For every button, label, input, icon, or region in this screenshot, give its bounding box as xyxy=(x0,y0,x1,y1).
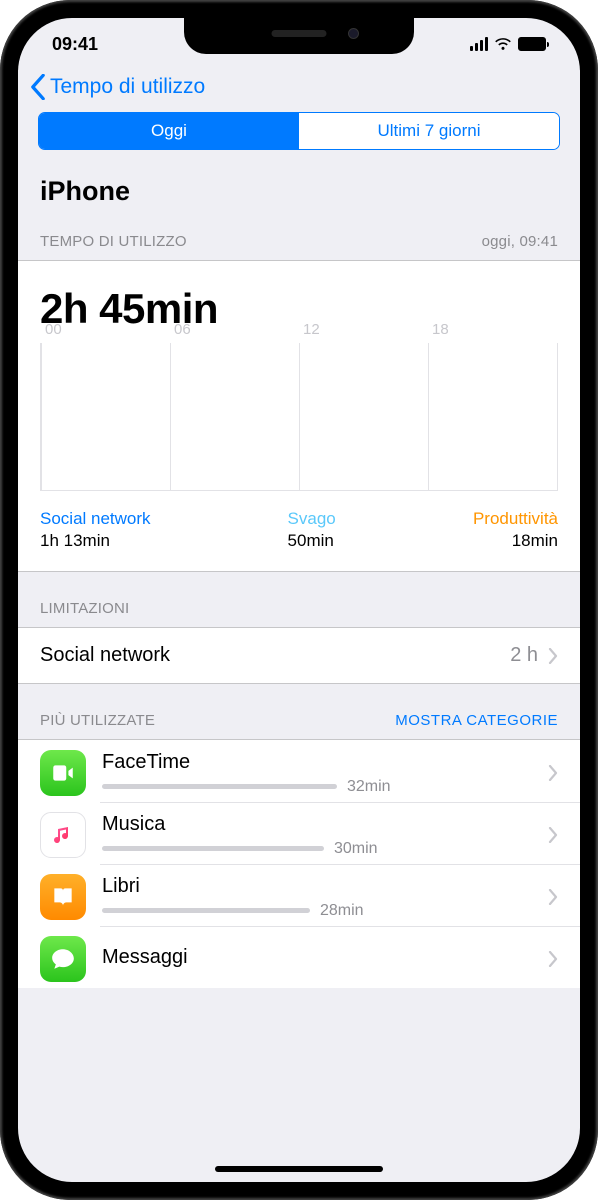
limits-section-header: LIMITAZIONI xyxy=(18,572,580,627)
screen: 09:41 Tempo di utilizzo Oggi Ultimi 7 gi… xyxy=(18,18,580,1182)
most-used-header-label: PIÙ UTILIZZATE xyxy=(40,712,155,729)
category-time: 18min xyxy=(473,531,558,551)
app-row[interactable]: Musica 30min xyxy=(18,802,580,864)
most-used-app-list: FaceTime 32min Musica 30min Libri 28min Messag… xyxy=(18,739,580,988)
status-right xyxy=(470,37,547,51)
app-usage-time: 28min xyxy=(320,902,364,920)
most-used-section-header: PIÙ UTILIZZATE MOSTRA CATEGORIE xyxy=(18,684,580,739)
chevron-right-icon xyxy=(548,827,558,843)
messages-app-icon xyxy=(40,936,86,982)
notch xyxy=(184,18,414,54)
wifi-icon xyxy=(494,37,512,51)
music-app-icon xyxy=(40,812,86,858)
category-svago: Svago 50min xyxy=(288,509,465,551)
app-row[interactable]: Messaggi xyxy=(18,926,580,988)
device-title: iPhone xyxy=(18,166,580,225)
category-productivity: Produttività 18min xyxy=(473,509,558,551)
segment-seven-days[interactable]: Ultimi 7 giorni xyxy=(299,113,559,149)
app-name: Musica xyxy=(102,813,536,836)
hourly-usage-chart: 00061218 xyxy=(18,335,580,495)
chart-tick-label: 12 xyxy=(303,321,320,338)
category-label: Social network xyxy=(40,509,280,529)
app-usage-time: 30min xyxy=(334,840,378,858)
limit-row-social[interactable]: Social network 2 h xyxy=(18,627,580,684)
limit-label: Social network xyxy=(40,644,510,667)
chevron-right-icon xyxy=(548,765,558,781)
battery-icon xyxy=(518,37,546,51)
usage-section-header: TEMPO DI UTILIZZO oggi, 09:41 xyxy=(18,225,580,260)
chart-tick-label: 06 xyxy=(174,321,191,338)
app-usage-bar xyxy=(102,784,337,789)
usage-header-right: oggi, 09:41 xyxy=(482,233,558,250)
usage-header-left: TEMPO DI UTILIZZO xyxy=(40,233,187,250)
category-summary-row: Social network 1h 13min Svago 50min Prod… xyxy=(18,495,580,571)
category-label: Produttività xyxy=(473,509,558,529)
segmented-control: Oggi Ultimi 7 giorni xyxy=(38,112,560,150)
chevron-right-icon xyxy=(548,648,558,664)
limits-header-label: LIMITAZIONI xyxy=(40,600,129,617)
category-time: 1h 13min xyxy=(40,531,280,551)
nav-header: Tempo di utilizzo xyxy=(18,70,580,112)
back-button[interactable]: Tempo di utilizzo xyxy=(30,74,205,100)
app-usage-bar xyxy=(102,846,324,851)
app-row[interactable]: Libri 28min xyxy=(18,864,580,926)
app-name: Messaggi xyxy=(102,946,536,969)
total-usage-time: 2h 45min xyxy=(18,261,580,335)
books-app-icon xyxy=(40,874,86,920)
chevron-right-icon xyxy=(548,951,558,967)
app-name: FaceTime xyxy=(102,751,536,774)
chart-tick-label: 00 xyxy=(45,321,62,338)
facetime-app-icon xyxy=(40,750,86,796)
chevron-right-icon xyxy=(548,889,558,905)
category-time: 50min xyxy=(288,531,465,551)
usage-card: 2h 45min 00061218 Social network 1h 13mi… xyxy=(18,260,580,572)
app-usage-time: 32min xyxy=(347,778,391,796)
chevron-left-icon xyxy=(30,74,46,100)
phone-device-frame: 09:41 Tempo di utilizzo Oggi Ultimi 7 gi… xyxy=(0,0,598,1200)
home-indicator[interactable] xyxy=(215,1166,383,1172)
segmented-control-wrap: Oggi Ultimi 7 giorni xyxy=(18,112,580,166)
cellular-signal-icon xyxy=(470,37,489,51)
app-name: Libri xyxy=(102,875,536,898)
app-row[interactable]: FaceTime 32min xyxy=(18,740,580,802)
category-social: Social network 1h 13min xyxy=(40,509,280,551)
show-categories-link[interactable]: MOSTRA CATEGORIE xyxy=(395,712,558,729)
limit-value: 2 h xyxy=(510,644,538,667)
category-label: Svago xyxy=(288,509,465,529)
chart-tick-label: 18 xyxy=(432,321,449,338)
app-usage-bar xyxy=(102,908,310,913)
segment-today[interactable]: Oggi xyxy=(39,113,299,149)
back-label: Tempo di utilizzo xyxy=(50,75,205,99)
status-time: 09:41 xyxy=(52,34,98,55)
